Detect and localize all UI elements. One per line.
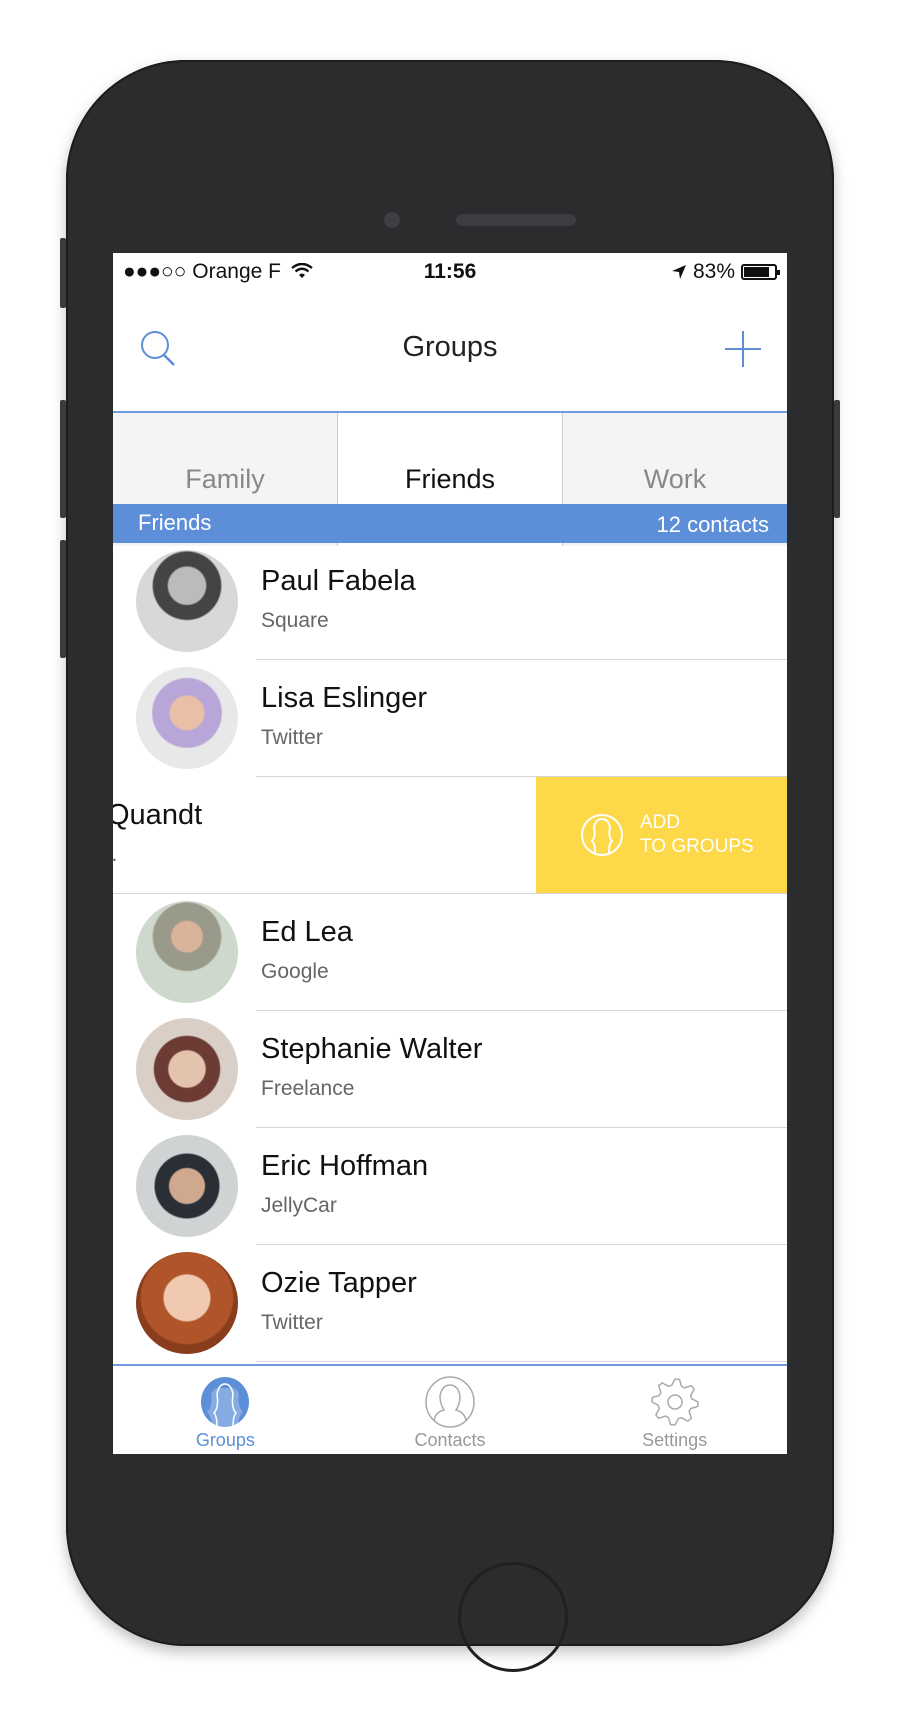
tabbar-label: Settings <box>642 1430 708 1450</box>
list-item[interactable]: Lisa Eslinger Twitter <box>113 660 787 777</box>
tabbar-settings[interactable]: Settings <box>562 1366 787 1454</box>
contact-name: Eric Hoffman <box>261 1150 429 1182</box>
contact-company: Square <box>261 609 329 632</box>
section-header: Friends 12 contacts <box>113 504 787 543</box>
power-button <box>834 400 840 518</box>
contact-name: Lisa Eslinger <box>261 682 428 714</box>
tabbar-contacts[interactable]: Contacts <box>338 1366 563 1454</box>
contact-company: JellyCar <box>261 1194 337 1217</box>
list-item[interactable]: Eric Hoffman JellyCar <box>113 1128 787 1245</box>
list-item[interactable]: Ed Lea Google <box>113 894 787 1011</box>
battery-percent: 83% <box>692 260 735 283</box>
home-button[interactable] <box>458 1562 568 1672</box>
avatar <box>136 901 238 1003</box>
contact-name: Ozie Tapper <box>261 1267 417 1299</box>
list-item[interactable]: Ozie Tapper Twitter <box>113 1245 787 1362</box>
contact-company: Freelance <box>261 1077 355 1100</box>
avatar <box>136 667 238 769</box>
divider <box>256 1361 787 1362</box>
earpiece-speaker <box>456 214 576 226</box>
avatar <box>136 1135 238 1237</box>
groups-icon <box>201 1377 250 1428</box>
location-arrow-icon <box>671 265 686 279</box>
contact-name: Paul Fabela <box>261 565 416 597</box>
avatar <box>136 1252 238 1354</box>
contact-name: Ed Lea <box>261 916 353 948</box>
volume-down-button <box>60 540 66 658</box>
list-item[interactable]: Paul Fabela Square <box>113 543 787 660</box>
contact-count: 12 contacts <box>656 512 769 537</box>
navigation-bar: Groups <box>113 289 787 413</box>
tab-bar: Groups Contacts Settings <box>113 1364 787 1454</box>
front-camera <box>384 212 400 228</box>
action-label-line1: ADD <box>640 812 681 833</box>
action-label-line2: TO GROUPS <box>640 836 754 857</box>
avatar <box>136 1018 238 1120</box>
contact-icon <box>425 1376 475 1428</box>
gear-icon <box>650 1378 699 1426</box>
add-to-groups-button[interactable]: ADD TO GROUPS <box>536 777 787 893</box>
contact-name: Stephanie Walter <box>261 1033 483 1065</box>
plus-icon[interactable] <box>723 329 763 369</box>
list-item[interactable]: Stephanie Walter Freelance <box>113 1011 787 1128</box>
contact-company: Twitter <box>261 726 323 749</box>
contact-name: Quandt <box>113 799 203 831</box>
section-title: Friends <box>138 510 212 535</box>
contact-company: Google <box>261 960 329 983</box>
status-bar: ●●●○○ Orange F 11:56 83% <box>113 253 787 289</box>
battery-icon <box>741 264 780 280</box>
volume-up-button <box>60 400 66 518</box>
contact-list: Paul Fabela Square Lisa Eslinger Twitter… <box>113 543 787 1362</box>
contact-company: c. <box>113 843 117 867</box>
tabbar-label: Groups <box>195 1430 255 1450</box>
contact-company: Twitter <box>261 1311 323 1334</box>
app-screen: ●●●○○ Orange F 11:56 83% Groups Family F… <box>113 253 787 1454</box>
group-icon <box>581 814 623 856</box>
mute-switch <box>60 238 66 308</box>
list-item-swiped[interactable]: Quandt c. ADD TO GROUPS <box>113 777 787 894</box>
tabbar-label: Contacts <box>414 1430 486 1450</box>
avatar <box>136 550 238 652</box>
page-title: Groups <box>402 331 498 363</box>
tabbar-groups[interactable]: Groups <box>113 1366 338 1454</box>
